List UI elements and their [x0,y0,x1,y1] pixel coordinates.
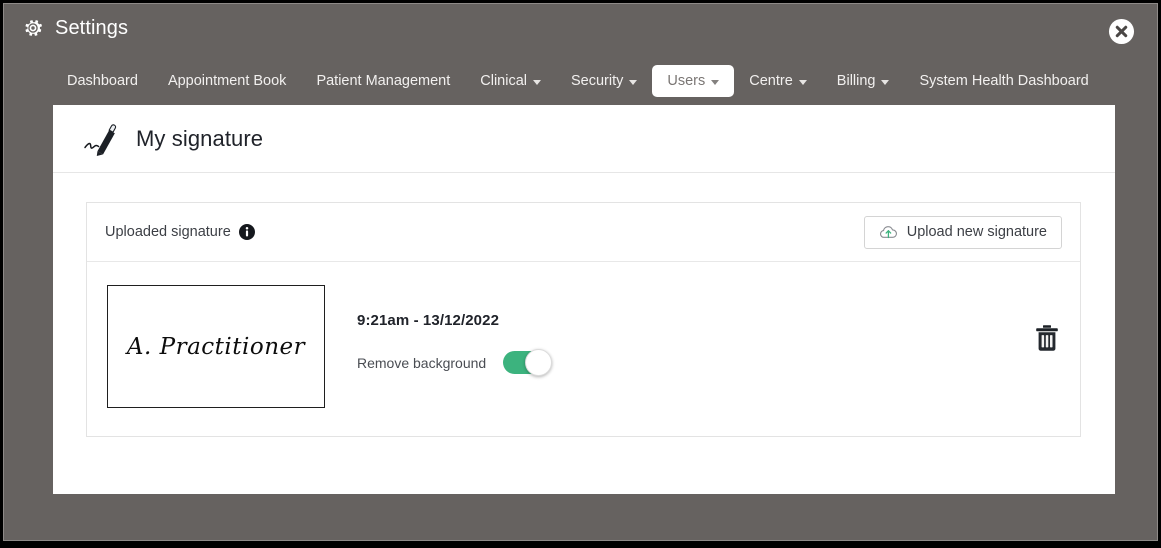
signature-pen-icon [83,122,123,156]
toggle-knob [525,349,553,376]
chevron-down-icon [881,79,890,85]
page-header: My signature [53,105,1115,173]
upload-new-signature-button[interactable]: Upload new signature [863,215,1062,249]
remove-background-toggle[interactable] [503,349,553,376]
nav-item-appointment-book[interactable]: Appointment Book [153,65,302,97]
modal-title: Settings [22,17,128,39]
nav-item-label: Security [571,73,624,89]
gear-icon [22,17,44,39]
signature-timestamp: 9:21am - 13/12/2022 [357,312,500,329]
card-header: Uploaded signature Upload new signature [87,203,1080,262]
nav-item-label: Dashboard [67,73,138,89]
nav-item-label: Users [667,73,706,89]
nav-item-label: Appointment Book [167,73,287,89]
upload-new-signature-label: Upload new signature [906,224,1047,240]
signature-row: A. Practitioner 9:21am - 13/12/2022 Remo… [87,262,1080,436]
nav-item-patient-management[interactable]: Patient Management [301,65,465,97]
window-title: Settings [55,17,129,39]
content-panel: My signature Uploaded signature Upload n… [53,105,1115,494]
cloud-upload-icon [879,224,898,240]
modal-header: Settings [4,4,1157,60]
page-title: My signature [136,125,264,151]
chevron-down-icon [533,79,541,85]
nav-item-clinical[interactable]: Clinical [465,65,556,97]
trash-icon [1034,324,1060,352]
nav-item-system-health-dashboard[interactable]: System Health Dashboard [904,65,1103,97]
nav-item-label: Billing [836,73,876,89]
nav-item-centre[interactable]: Centre [734,65,822,97]
uploaded-signature-card: Uploaded signature Upload new signature … [86,202,1081,437]
card-header-label: Uploaded signature [105,224,255,240]
nav-item-dashboard[interactable]: Dashboard [52,65,153,97]
delete-signature-button[interactable] [1034,324,1060,352]
chevron-down-icon [629,79,638,85]
remove-background-row: Remove background [357,349,553,376]
chevron-down-icon [798,79,807,85]
remove-background-label: Remove background [357,354,487,371]
nav-item-billing[interactable]: Billing [822,65,905,97]
uploaded-signature-label: Uploaded signature [105,224,231,240]
close-icon[interactable] [1108,18,1135,45]
signature-meta: 9:21am - 13/12/2022 Remove background [357,312,553,376]
signature-image: A. Practitioner [107,285,325,408]
info-circle-icon[interactable] [238,224,255,240]
nav-item-label: Centre [749,73,793,89]
nav-item-users[interactable]: Users [652,65,735,97]
nav-item-security[interactable]: Security [556,65,652,97]
main-nav: Dashboard Appointment Book Patient Manag… [4,60,1157,102]
chevron-down-icon [711,79,720,85]
nav-item-label: System Health Dashboard [919,73,1089,89]
signature-image-text: A. Practitioner [126,333,306,360]
nav-item-label: Clinical [480,73,527,89]
settings-modal: Settings Dashboard Appointment Book Pati… [3,3,1158,541]
nav-item-label: Patient Management [316,73,451,89]
